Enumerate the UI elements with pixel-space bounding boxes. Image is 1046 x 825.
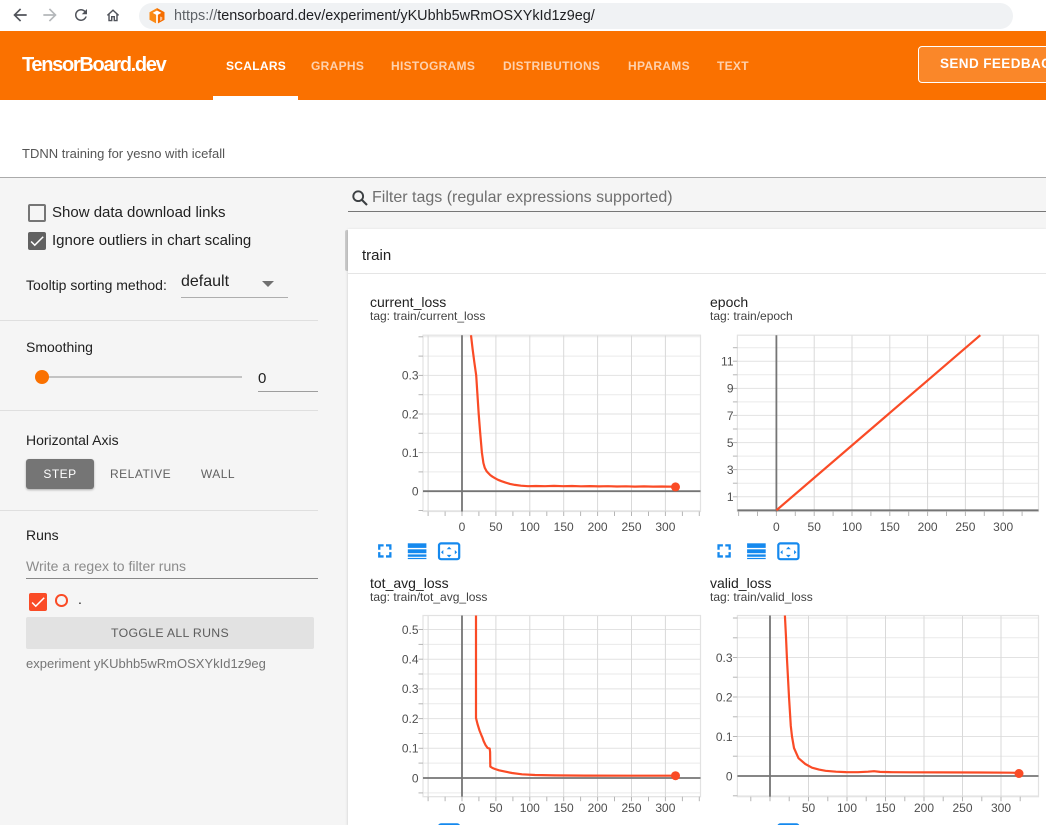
svg-text:0.5: 0.5 <box>402 623 419 637</box>
svg-text:100: 100 <box>842 520 862 534</box>
svg-text:0.1: 0.1 <box>716 730 733 744</box>
svg-text:0: 0 <box>726 769 733 783</box>
svg-text:0.1: 0.1 <box>402 446 419 460</box>
svg-text:300: 300 <box>655 801 675 815</box>
svg-text:0.3: 0.3 <box>716 651 733 665</box>
svg-text:11: 11 <box>721 355 734 369</box>
svg-text:100: 100 <box>520 520 540 534</box>
svg-text:250: 250 <box>952 801 972 815</box>
svg-text:300: 300 <box>655 520 675 534</box>
svg-text:100: 100 <box>837 801 857 815</box>
svg-text:1: 1 <box>727 490 734 504</box>
svg-text:200: 200 <box>588 520 608 534</box>
svg-text:250: 250 <box>955 520 975 534</box>
svg-text:7: 7 <box>727 409 734 423</box>
svg-text:0: 0 <box>459 801 466 815</box>
svg-text:50: 50 <box>489 801 503 815</box>
svg-text:50: 50 <box>489 520 503 534</box>
svg-text:250: 250 <box>621 801 641 815</box>
svg-text:150: 150 <box>875 801 895 815</box>
svg-text:0: 0 <box>459 520 466 534</box>
svg-text:0.1: 0.1 <box>402 742 419 756</box>
svg-text:0: 0 <box>412 771 419 785</box>
svg-text:0.2: 0.2 <box>402 407 419 421</box>
svg-text:0.2: 0.2 <box>716 690 733 704</box>
svg-text:0: 0 <box>412 485 419 499</box>
svg-text:0.3: 0.3 <box>402 682 419 696</box>
svg-text:150: 150 <box>554 801 574 815</box>
svg-text:50: 50 <box>802 801 816 815</box>
svg-text:200: 200 <box>914 801 934 815</box>
svg-text:5: 5 <box>727 436 734 450</box>
svg-text:150: 150 <box>554 520 574 534</box>
svg-text:50: 50 <box>808 520 822 534</box>
svg-text:0.2: 0.2 <box>402 712 419 726</box>
svg-text:0.3: 0.3 <box>402 369 419 383</box>
svg-text:250: 250 <box>621 520 641 534</box>
svg-text:200: 200 <box>918 520 938 534</box>
svg-text:3: 3 <box>727 463 734 477</box>
svg-text:150: 150 <box>880 520 900 534</box>
svg-text:300: 300 <box>991 801 1011 815</box>
svg-text:100: 100 <box>520 801 540 815</box>
svg-text:200: 200 <box>588 801 608 815</box>
svg-text:0: 0 <box>773 520 780 534</box>
svg-text:0.4: 0.4 <box>402 653 419 667</box>
svg-text:300: 300 <box>993 520 1013 534</box>
svg-text:9: 9 <box>727 382 734 396</box>
